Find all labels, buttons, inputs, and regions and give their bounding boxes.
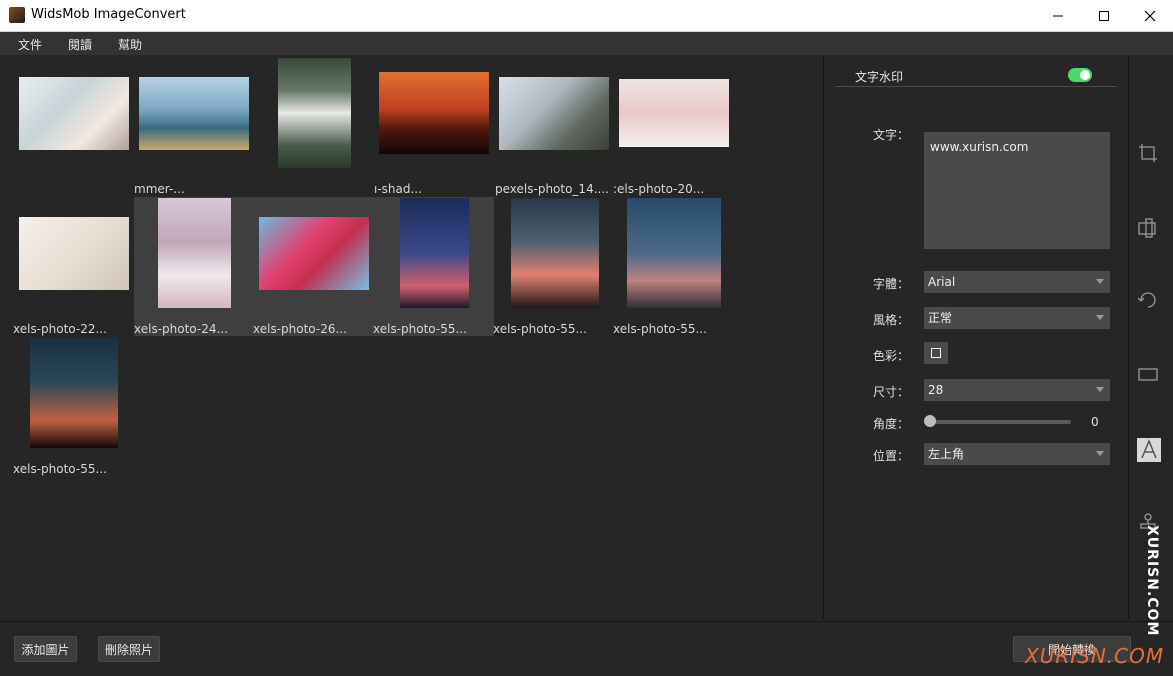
color-picker-button[interactable] <box>924 342 948 364</box>
window-title: WidsMob ImageConvert <box>31 7 186 22</box>
font-select-value: Arial <box>928 275 956 289</box>
angle-label: 角度： <box>872 417 909 431</box>
style-select[interactable]: 正常 <box>924 307 1110 329</box>
thumbnail-image[interactable] <box>499 77 609 150</box>
thumbnail-image[interactable] <box>259 217 369 290</box>
bottom-divider <box>0 621 1173 622</box>
text-watermark-icon[interactable] <box>1137 438 1161 462</box>
menu-view[interactable]: 閱讀 <box>68 36 92 53</box>
maximize-icon <box>1099 10 1109 21</box>
position-label: 位置： <box>872 449 909 463</box>
title-bar: WidsMob ImageConvert <box>0 0 1173 32</box>
color-label: 色彩： <box>872 349 909 363</box>
site-watermark-bottom: XURISN.COM <box>1025 644 1165 668</box>
thumbnail-label: ı-shad... <box>374 182 422 196</box>
chevron-down-icon <box>1096 387 1104 392</box>
border-icon[interactable] <box>1137 363 1159 385</box>
watermark-toggle[interactable] <box>1068 68 1092 82</box>
thumbnail-label: xels-photo-24... <box>134 322 228 336</box>
thumbnail-image[interactable] <box>158 198 231 308</box>
thumbnail-image[interactable] <box>139 77 249 150</box>
style-label: 風格： <box>872 313 909 327</box>
chevron-down-icon <box>1096 279 1104 284</box>
thumbnail-label: xels-photo-22... <box>13 322 107 336</box>
size-select[interactable]: 28 <box>924 379 1110 401</box>
color-swatch-icon <box>931 348 941 358</box>
thumbnail-image[interactable] <box>379 72 489 154</box>
angle-slider-track[interactable] <box>929 420 1071 424</box>
position-select-value: 左上角 <box>928 447 965 461</box>
thumbnail-image[interactable] <box>19 77 129 150</box>
minimize-button[interactable] <box>1035 0 1081 31</box>
watermark-text-input[interactable]: www.xurisn.com <box>924 132 1110 249</box>
close-icon <box>1144 10 1156 21</box>
resize-icon[interactable] <box>1137 217 1159 239</box>
angle-value: 0 <box>1091 415 1099 429</box>
close-button[interactable] <box>1127 0 1173 31</box>
thumbnail-label: pexels-photo_14.... <box>495 182 609 196</box>
style-select-value: 正常 <box>928 311 953 325</box>
minimize-icon <box>1053 15 1063 16</box>
position-select[interactable]: 左上角 <box>924 443 1110 465</box>
panel-divider <box>823 57 824 619</box>
thumbnail-label: xels-photo-55... <box>613 322 707 336</box>
angle-slider-handle[interactable] <box>924 415 936 427</box>
site-watermark-vertical: XURISN.COM <box>1144 525 1160 637</box>
thumbnail-label: xels-photo-55... <box>493 322 587 336</box>
thumbnail-label: :els-photo-20... <box>613 182 705 196</box>
thumbnail-image[interactable] <box>278 58 351 168</box>
menu-file[interactable]: 文件 <box>18 36 42 53</box>
panel-title: 文字水印 <box>855 70 904 84</box>
thumbnail-label: xels-photo-55... <box>373 322 467 336</box>
menu-help[interactable]: 幫助 <box>118 36 142 53</box>
chevron-down-icon <box>1096 451 1104 456</box>
text-label: 文字： <box>872 128 909 142</box>
delete-photos-button[interactable]: 刪除照片 <box>98 636 160 662</box>
thumbnail-label: mmer-... <box>134 182 185 196</box>
menu-bar: 文件 閱讀 幫助 <box>0 32 1173 55</box>
thumbnail-image[interactable] <box>627 198 721 308</box>
crop-icon[interactable] <box>1137 142 1159 164</box>
thumbnail-image[interactable] <box>30 338 118 448</box>
chevron-down-icon <box>1096 315 1104 320</box>
thumbnail-image[interactable] <box>511 198 599 308</box>
panel-divider-line <box>835 86 1117 87</box>
add-images-button[interactable]: 添加圖片 <box>14 636 77 662</box>
font-select[interactable]: Arial <box>924 271 1110 293</box>
thumbnail-image[interactable] <box>19 217 129 290</box>
thumbnail-label: xels-photo-26... <box>253 322 347 336</box>
size-label: 尺寸： <box>872 385 909 399</box>
maximize-button[interactable] <box>1081 0 1127 31</box>
thumbnail-image[interactable] <box>400 198 469 308</box>
watermark-settings-panel: 文字水印 文字： www.xurisn.com 字體： Arial 風格： 正常… <box>835 57 1117 619</box>
font-label: 字體： <box>872 277 909 291</box>
thumbnail-image[interactable] <box>619 79 729 147</box>
thumbnail-label: xels-photo-55... <box>13 462 107 476</box>
app-logo-icon <box>9 7 25 23</box>
rotate-icon[interactable] <box>1137 289 1159 311</box>
size-select-value: 28 <box>928 383 944 397</box>
